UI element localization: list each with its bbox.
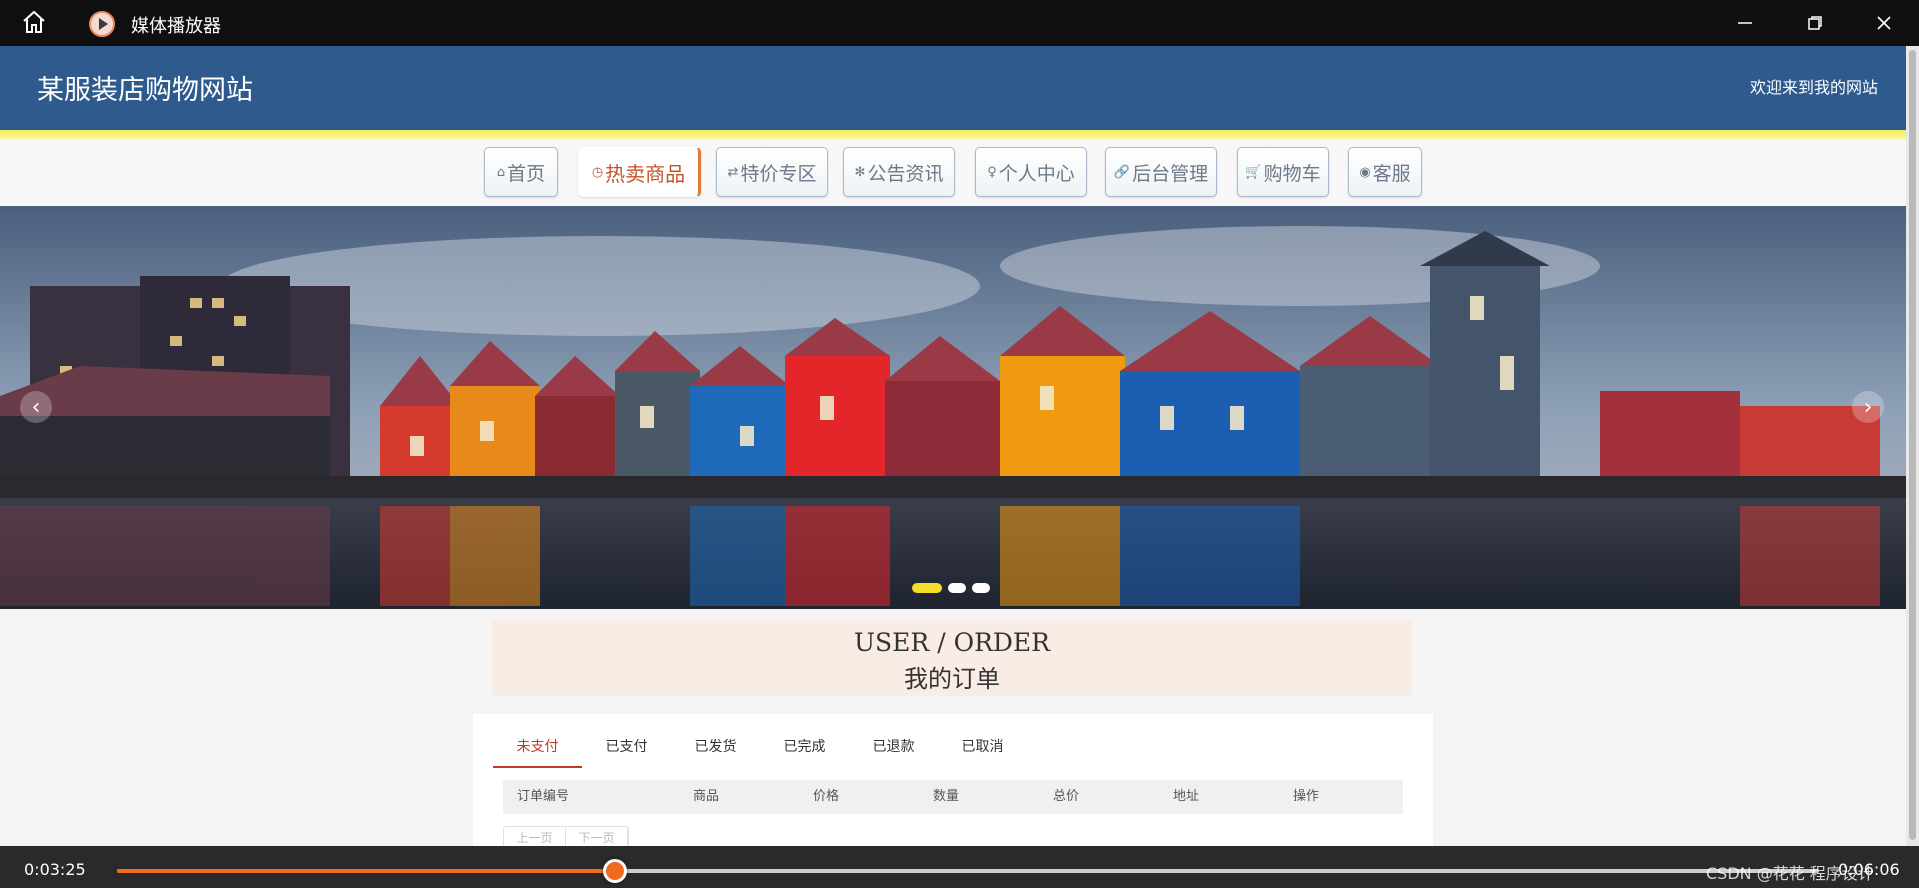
page-scrollbar[interactable] — [1906, 46, 1919, 846]
close-icon[interactable] — [1864, 8, 1904, 38]
nav-item-user-center[interactable]: ♀ 个人中心 — [975, 147, 1087, 197]
home-icon: ⌂ — [496, 164, 506, 180]
order-title-cn: 我的订单 — [904, 665, 1000, 693]
column-header: 操作 — [1293, 789, 1320, 804]
tab-refunded[interactable]: 已退款 — [849, 726, 938, 768]
app-title: 媒体播放器 — [131, 16, 221, 37]
site-header: 某服装店购物网站 欢迎来到我的网站 — [0, 46, 1906, 130]
total-time: 0:06:06 — [1838, 860, 1900, 879]
carousel-dot[interactable] — [948, 583, 966, 593]
tab-unpaid[interactable]: 未支付 — [493, 726, 582, 768]
snowflake-icon: ✻ — [854, 164, 866, 180]
play-circle-icon — [88, 10, 116, 38]
tab-completed[interactable]: 已完成 — [760, 726, 849, 768]
seek-bar-progress — [117, 869, 615, 873]
tab-paid[interactable]: 已支付 — [582, 726, 671, 768]
welcome-text: 欢迎来到我的网站 — [1749, 78, 1878, 97]
minimize-icon[interactable] — [1725, 8, 1765, 38]
column-header: 价格 — [813, 789, 840, 804]
order-status-tabs: 未支付 已支付 已发货 已完成 已退款 已取消 — [493, 726, 1027, 768]
support-icon: ◉ — [1359, 164, 1371, 180]
player-title-bar: 媒体播放器 — [0, 0, 1919, 46]
nav-item-specials[interactable]: ⇄ 特价专区 — [716, 147, 828, 197]
maximize-icon[interactable] — [1795, 8, 1835, 38]
tab-shipped[interactable]: 已发货 — [671, 726, 760, 768]
nav-item-announcements[interactable]: ✻ 公告资讯 — [843, 147, 955, 197]
banner-image — [0, 206, 1906, 609]
column-header: 地址 — [1173, 789, 1200, 804]
order-table-header: 订单编号 商品 价格 数量 总价 地址 操作 — [503, 780, 1403, 814]
prev-page-button[interactable]: 上一页 — [504, 827, 566, 846]
main-nav: ⌂ 首页 ◷ 热卖商品 ⇄ 特价专区 ✻ 公告资讯 ♀ 个人中心 🔗 后台管理 🛒 购物车 ◉… — [0, 140, 1906, 206]
next-page-button[interactable]: 下一页 — [566, 827, 628, 846]
current-time: 0:03:25 — [24, 860, 86, 879]
column-header: 总价 — [1053, 789, 1080, 804]
carousel-dot[interactable] — [972, 583, 990, 593]
cart-icon: 🛒 — [1245, 164, 1262, 180]
home-icon[interactable] — [20, 9, 52, 37]
order-title-en: USER / ORDER — [853, 628, 1051, 657]
column-header: 数量 — [933, 789, 960, 804]
player-controls: 0:03:25 CSDN @花花 程序设计 0:06:06 — [0, 846, 1919, 888]
banner-carousel[interactable]: ‹ › — [0, 206, 1906, 609]
header-divider — [0, 130, 1906, 140]
carousel-next-button[interactable]: › — [1852, 391, 1884, 423]
nav-item-cart[interactable]: 🛒 购物车 — [1237, 147, 1329, 197]
link-icon: 🔗 — [1113, 164, 1131, 180]
user-icon: ♀ — [987, 164, 997, 180]
nav-item-support[interactable]: ◉ 客服 — [1348, 147, 1422, 197]
pagination: 上一页 下一页 — [503, 826, 629, 846]
carousel-dot[interactable] — [912, 583, 942, 593]
column-header: 订单编号 — [517, 789, 570, 804]
clock-icon: ◷ — [591, 164, 604, 180]
seek-handle[interactable] — [602, 859, 627, 883]
order-section-title: USER / ORDER 我的订单 — [492, 620, 1412, 696]
seek-bar[interactable] — [117, 869, 1819, 873]
swap-icon: ⇄ — [727, 164, 739, 180]
tab-cancelled[interactable]: 已取消 — [938, 726, 1027, 768]
column-header: 商品 — [693, 789, 720, 804]
web-page: 某服装店购物网站 欢迎来到我的网站 ⌂ 首页 ◷ 热卖商品 ⇄ 特价专区 ✻ 公告资讯 … — [0, 46, 1906, 846]
nav-item-home[interactable]: ⌂ 首页 — [484, 147, 558, 197]
carousel-prev-button[interactable]: ‹ — [20, 391, 52, 423]
nav-item-admin[interactable]: 🔗 后台管理 — [1105, 147, 1217, 197]
nav-item-hot-products[interactable]: ◷ 热卖商品 — [578, 147, 701, 197]
scrollbar-thumb[interactable] — [1909, 50, 1916, 840]
site-logo[interactable]: 某服装店购物网站 — [37, 68, 253, 107]
carousel-indicators — [912, 583, 990, 593]
order-panel: 未支付 已支付 已发货 已完成 已退款 已取消 订单编号 商品 价格 数量 总价… — [473, 714, 1433, 846]
